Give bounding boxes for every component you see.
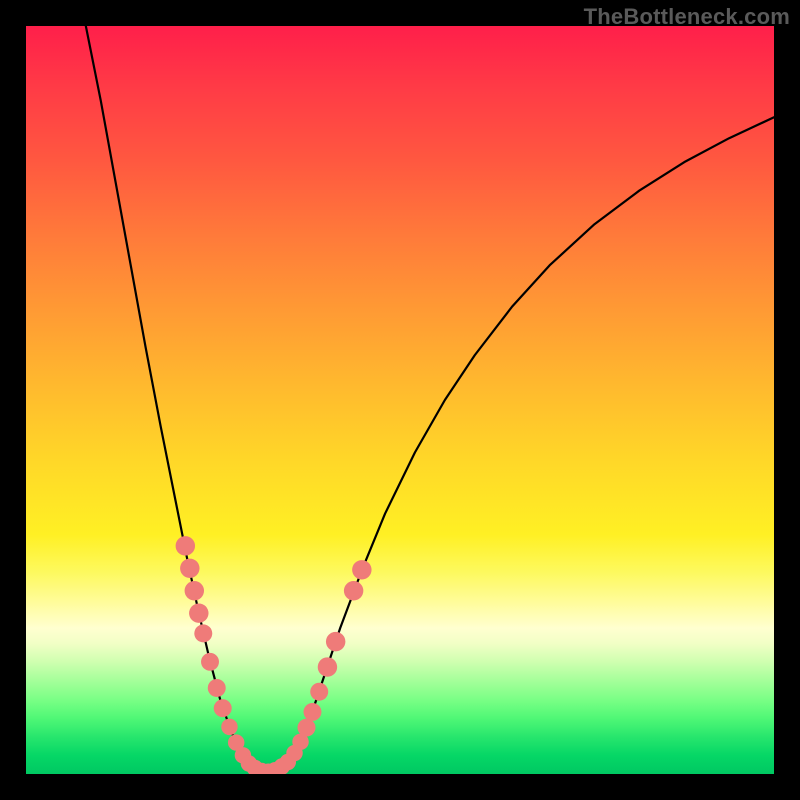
- watermark-text: TheBottleneck.com: [584, 4, 790, 30]
- data-point: [185, 581, 204, 600]
- data-point: [352, 560, 371, 579]
- data-point: [194, 624, 212, 642]
- data-point: [344, 581, 363, 600]
- bottleneck-curve: [86, 26, 774, 772]
- plot-area: [26, 26, 774, 774]
- data-point: [310, 683, 328, 701]
- data-point: [176, 536, 195, 555]
- curve-layer: [26, 26, 774, 774]
- data-point: [189, 603, 208, 622]
- data-markers: [176, 536, 372, 774]
- data-point: [180, 559, 199, 578]
- data-point: [214, 699, 232, 717]
- data-point: [326, 632, 345, 651]
- data-point: [208, 679, 226, 697]
- data-point: [318, 657, 337, 676]
- data-point: [201, 653, 219, 671]
- chart-frame: TheBottleneck.com: [0, 0, 800, 800]
- data-point: [304, 703, 322, 721]
- data-point: [298, 719, 316, 737]
- data-point: [221, 719, 237, 735]
